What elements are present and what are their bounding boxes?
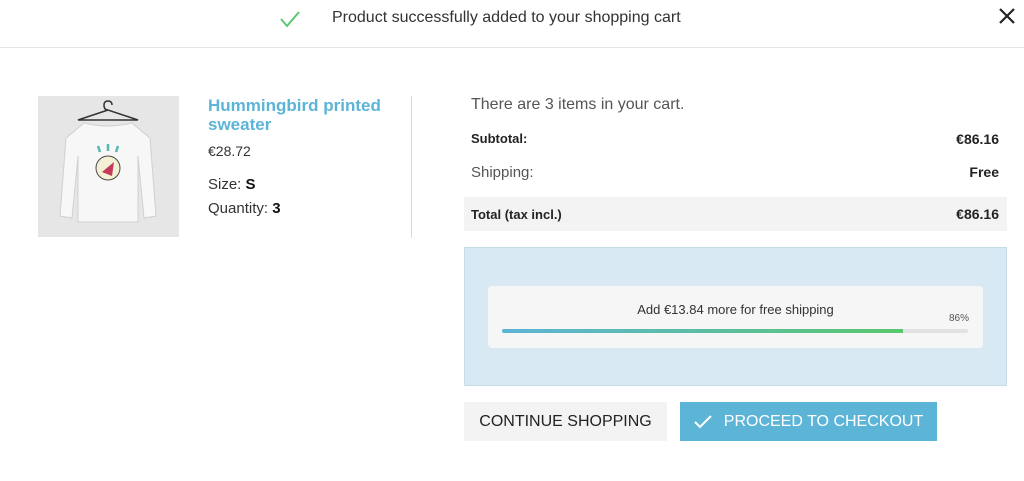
quantity-label: Quantity:: [208, 200, 269, 217]
cart-count-text: There are 3 items in your cart.: [471, 96, 685, 113]
product-image: [38, 96, 179, 237]
size-label: Size:: [208, 176, 242, 193]
size-value: S: [245, 176, 256, 193]
product-price: €28.72: [208, 143, 251, 159]
free-shipping-panel: Add €13.84 more for free shipping 86%: [464, 247, 1007, 386]
close-icon[interactable]: [995, 4, 1019, 28]
continue-shopping-button[interactable]: Continue shopping: [464, 402, 667, 441]
shipping-label: Shipping:: [471, 164, 534, 181]
product-name[interactable]: Hummingbird printed sweater: [208, 96, 408, 134]
free-shipping-card: Add €13.84 more for free shipping 86%: [488, 286, 983, 348]
checkout-label: Proceed to checkout: [723, 412, 924, 430]
free-shipping-message: Add €13.84 more for free shipping: [637, 302, 834, 317]
progress-fill: [502, 329, 903, 333]
free-shipping-progress: [502, 329, 968, 333]
shipping-value: Free: [969, 164, 999, 180]
proceed-to-checkout-button[interactable]: Proceed to checkout: [680, 402, 937, 441]
total-value: €86.16: [956, 206, 999, 222]
continue-shopping-label: Continue shopping: [479, 412, 652, 430]
subtotal-label: Subtotal:: [471, 131, 528, 146]
product-quantity: Quantity: 3: [208, 200, 281, 217]
product-size: Size: S: [208, 176, 256, 193]
free-shipping-percent: 86%: [948, 313, 969, 324]
total-label: Total (tax incl.): [471, 207, 562, 222]
modal-header: Product successfully added to your shopp…: [0, 0, 1024, 48]
vertical-divider: [411, 96, 412, 238]
check-icon: [694, 414, 712, 428]
quantity-value: 3: [272, 200, 281, 217]
subtotal-value: €86.16: [956, 131, 999, 147]
sweater-image: [59, 100, 157, 223]
check-icon: [280, 11, 300, 28]
total-row: Total (tax incl.) €86.16: [464, 197, 1007, 231]
modal-title: Product successfully added to your shopp…: [332, 9, 681, 26]
